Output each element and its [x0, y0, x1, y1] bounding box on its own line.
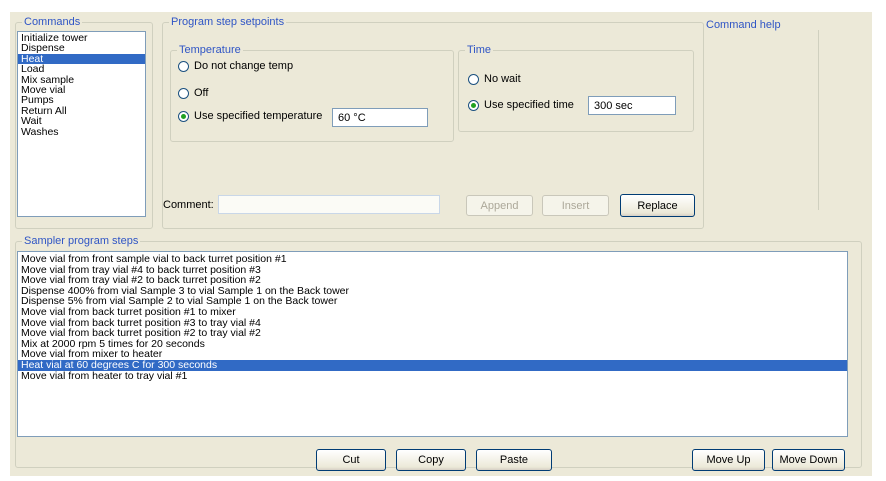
radio-label: No wait	[484, 73, 521, 85]
radio-use-specified-temperature[interactable]: Use specified temperature	[178, 110, 322, 122]
setpoints-title: Program step setpoints	[169, 15, 287, 29]
radio-button-icon	[178, 87, 189, 99]
temperature-input[interactable]: 60 °C	[332, 108, 428, 127]
copy-button[interactable]: Copy	[396, 449, 466, 471]
time-group: Time	[458, 43, 694, 132]
radio-label: Use specified time	[484, 99, 574, 111]
radio-off[interactable]: Off	[178, 87, 208, 99]
command-item[interactable]: Wait	[18, 116, 145, 127]
radio-button-icon	[468, 99, 479, 111]
paste-button[interactable]: Paste	[476, 449, 552, 471]
time-title: Time	[465, 43, 494, 57]
radio-label: Use specified temperature	[194, 110, 323, 122]
radio-label: Do not change temp	[194, 60, 294, 72]
command-help-divider	[818, 30, 819, 210]
program-step-item[interactable]: Move vial from heater to tray vial #1	[18, 370, 847, 382]
commands-list[interactable]: Initialize tower Dispense Heat Load Mix samp…	[17, 31, 146, 217]
radio-button-icon	[468, 73, 479, 85]
sampler-program-window: Commands Initialize tower Dispense Heat Loa…	[10, 12, 872, 476]
append-button[interactable]: Append	[466, 195, 533, 216]
program-steps-list[interactable]: Move vial from front sample vial to back…	[17, 251, 848, 437]
radio-button-icon	[178, 110, 189, 122]
replace-button[interactable]: Replace	[620, 194, 695, 217]
cut-button[interactable]: Cut	[316, 449, 386, 471]
move-up-button[interactable]: Move Up	[692, 449, 765, 471]
move-down-button[interactable]: Move Down	[772, 449, 845, 471]
radio-no-wait[interactable]: No wait	[468, 73, 521, 85]
program-step-item[interactable]: Move vial from back turret position #1 t…	[18, 307, 847, 318]
radio-use-specified-time[interactable]: Use specified time	[468, 99, 574, 111]
radio-button-icon	[178, 60, 189, 72]
commands-title: Commands	[22, 15, 83, 29]
program-step-item[interactable]: Move vial from front sample vial to back…	[18, 254, 847, 265]
comment-input[interactable]	[218, 195, 440, 214]
command-item[interactable]: Load	[18, 64, 145, 75]
program-step-item[interactable]: Heat vial at 60 degrees C for 300 second…	[18, 360, 847, 371]
insert-button[interactable]: Insert	[542, 195, 609, 216]
steps-title: Sampler program steps	[22, 234, 141, 248]
radio-do-not-change-temp[interactable]: Do not change temp	[178, 60, 293, 72]
command-item[interactable]: Washes	[18, 126, 145, 137]
radio-label: Off	[194, 87, 209, 99]
temperature-title: Temperature	[177, 43, 243, 57]
comment-label: Comment:	[163, 199, 214, 211]
time-input[interactable]: 300 sec	[588, 96, 676, 115]
command-help-title: Command help	[706, 19, 781, 31]
